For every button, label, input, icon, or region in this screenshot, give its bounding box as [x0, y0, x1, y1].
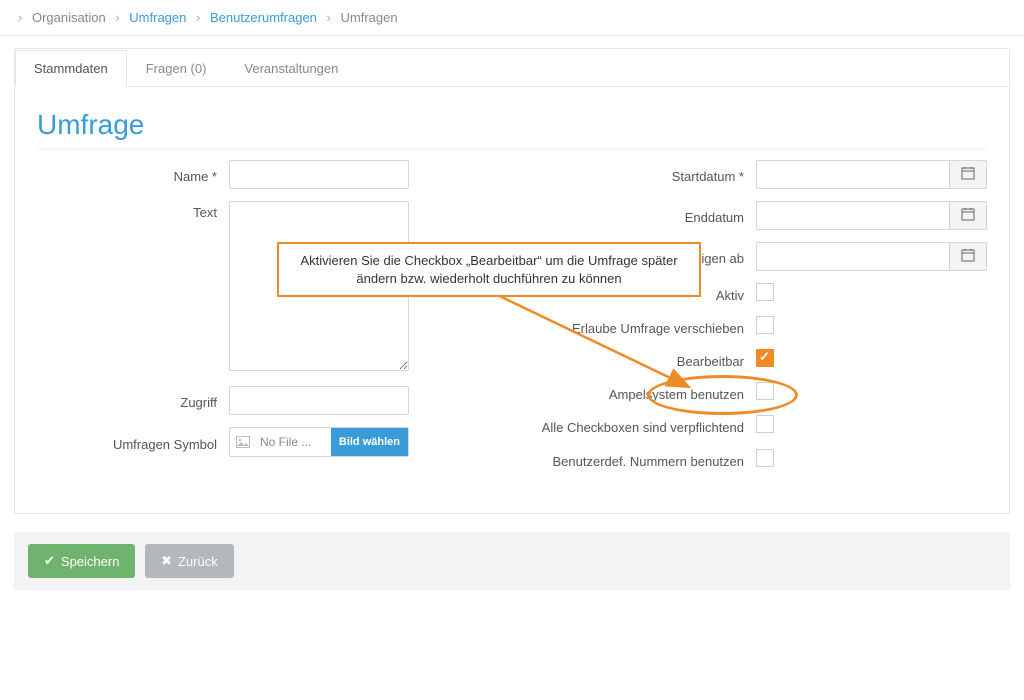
- footer-bar: ✔ Speichern ✖ Zurück: [14, 532, 1010, 590]
- label-name: Name *: [37, 165, 229, 184]
- label-symbol: Umfragen Symbol: [37, 433, 229, 452]
- startdatum-calendar-button[interactable]: [949, 160, 987, 189]
- calendar-icon: [961, 166, 975, 183]
- enddatum-calendar-button[interactable]: [949, 201, 987, 230]
- annotation-callout: Aktivieren Sie die Checkbox „Bearbeitbar…: [277, 242, 701, 297]
- startdatum-input[interactable]: [756, 160, 949, 189]
- file-choose-button[interactable]: Bild wählen: [331, 428, 408, 456]
- label-editable: Bearbeitbar: [509, 350, 756, 369]
- showfrom-calendar-button[interactable]: [949, 242, 987, 271]
- usernum-checkbox[interactable]: [756, 449, 774, 467]
- close-icon: ✖: [161, 553, 172, 569]
- file-picker[interactable]: No File ... Bild wählen: [229, 427, 409, 457]
- tab-bar: Stammdaten Fragen (0) Veranstaltungen: [15, 49, 1009, 87]
- main-panel: Stammdaten Fragen (0) Veranstaltungen Um…: [14, 48, 1010, 514]
- label-enddatum: Enddatum: [509, 206, 756, 225]
- label-startdatum: Startdatum *: [509, 165, 756, 184]
- breadcrumb: › Organisation › Umfragen › Benutzerumfr…: [0, 0, 1024, 36]
- enddatum-input[interactable]: [756, 201, 949, 230]
- tab-veranstaltungen[interactable]: Veranstaltungen: [225, 50, 357, 87]
- label-zugriff: Zugriff: [37, 391, 229, 410]
- aktiv-checkbox[interactable]: [756, 283, 774, 301]
- tab-fragen[interactable]: Fragen (0): [127, 50, 226, 87]
- chevron-right-icon: ›: [109, 10, 125, 25]
- allreq-checkbox[interactable]: [756, 415, 774, 433]
- back-button-label: Zurück: [178, 554, 218, 569]
- chevron-right-icon: ›: [321, 10, 337, 25]
- label-usernum: Benutzerdef. Nummern benutzen: [509, 449, 756, 471]
- chevron-right-icon: ›: [190, 10, 206, 25]
- check-icon: ✔: [44, 553, 55, 569]
- breadcrumb-current: Umfragen: [341, 10, 398, 25]
- calendar-icon: [961, 248, 975, 265]
- image-icon: [230, 436, 256, 448]
- page-title: Umfrage: [37, 109, 987, 150]
- name-input[interactable]: [229, 160, 409, 189]
- showfrom-input[interactable]: [756, 242, 949, 271]
- zugriff-input[interactable]: [229, 386, 409, 415]
- breadcrumb-link-benutzerumfragen[interactable]: Benutzerumfragen: [210, 10, 317, 25]
- back-button[interactable]: ✖ Zurück: [145, 544, 234, 578]
- label-ampel: Ampelsystem benutzen: [509, 383, 756, 402]
- save-button-label: Speichern: [61, 554, 120, 569]
- ampel-checkbox[interactable]: [756, 382, 774, 400]
- save-button[interactable]: ✔ Speichern: [28, 544, 135, 578]
- chevron-right-icon: ›: [18, 10, 28, 25]
- label-text: Text: [37, 201, 229, 220]
- calendar-icon: [961, 207, 975, 224]
- breadcrumb-link-umfragen[interactable]: Umfragen: [129, 10, 186, 25]
- allowmove-checkbox[interactable]: [756, 316, 774, 334]
- tab-stammdaten[interactable]: Stammdaten: [15, 50, 127, 87]
- label-allowmove: Erlaube Umfrage verschieben: [509, 317, 756, 336]
- file-placeholder: No File ...: [256, 435, 331, 449]
- label-allreq: Alle Checkboxen sind verpflichtend: [509, 415, 756, 437]
- editable-checkbox[interactable]: [756, 349, 774, 367]
- breadcrumb-root: Organisation: [32, 10, 106, 25]
